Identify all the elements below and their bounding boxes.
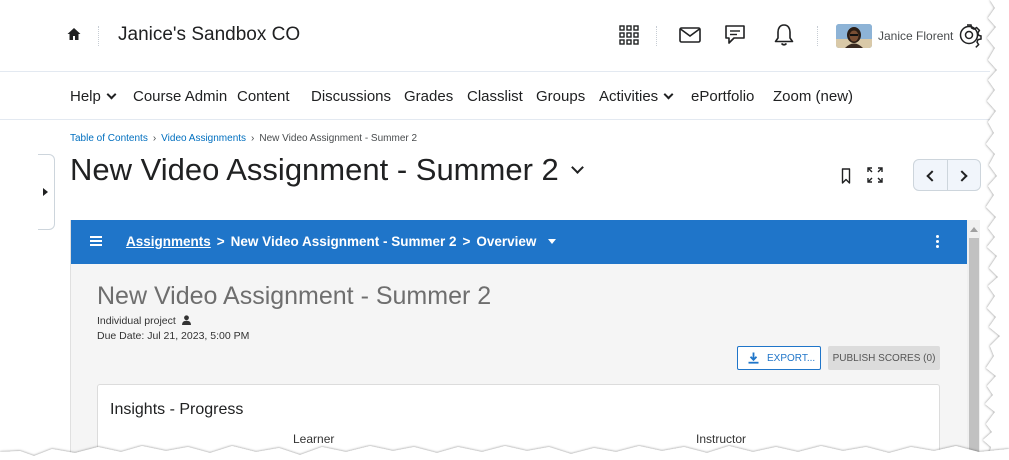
- chevron-down-icon: [663, 89, 674, 100]
- bookmark-icon[interactable]: [841, 168, 851, 184]
- separator: [656, 26, 657, 46]
- download-icon: [748, 352, 759, 364]
- avatar[interactable]: [836, 24, 872, 48]
- bell-icon[interactable]: [771, 22, 797, 48]
- chevron-right-icon: [955, 170, 968, 182]
- learner-column-header: Learner: [293, 432, 335, 446]
- page-title[interactable]: New Video Assignment - Summer 2: [70, 152, 584, 188]
- instructor-column-header: Instructor: [696, 432, 747, 446]
- next-topic-button[interactable]: [946, 160, 981, 190]
- breadcrumb-link-video-assignments[interactable]: Video Assignments: [161, 133, 246, 144]
- breadcrumb-separator-icon: ›: [152, 133, 157, 144]
- insights-title: Insights - Progress: [110, 401, 244, 418]
- breadcrumb-link-toc[interactable]: Table of Contents: [70, 133, 148, 144]
- tool-header-bar: Assignments > New Video Assignment - Summe…: [71, 220, 967, 264]
- previous-topic-button[interactable]: [914, 160, 947, 190]
- assignment-title: New Video Assignment - Summer 2: [97, 282, 492, 310]
- export-button[interactable]: EXPORT...: [737, 346, 821, 370]
- scrollbar[interactable]: [967, 220, 980, 460]
- tool-breadcrumb-page[interactable]: Overview: [476, 234, 536, 249]
- breadcrumb-separator-icon: >: [462, 234, 471, 249]
- nav-item-content[interactable]: Content: [237, 88, 290, 105]
- person-icon: [181, 315, 191, 325]
- org-title[interactable]: Janice's Sandbox CO: [118, 24, 300, 46]
- nav-item-course-admin[interactable]: Course Admin: [133, 88, 227, 105]
- waffle-icon[interactable]: [616, 22, 642, 48]
- user-name[interactable]: Janice Florent: [878, 29, 953, 43]
- breadcrumb: Table of Contents › Video Assignments › New …: [70, 133, 417, 144]
- due-date: Due Date: Jul 21, 2023, 5:00 PM: [97, 330, 250, 342]
- tool-breadcrumb-assignment[interactable]: New Video Assignment - Summer 2: [231, 234, 457, 249]
- publish-scores-button[interactable]: PUBLISH SCORES (0): [828, 346, 940, 370]
- mail-icon[interactable]: [677, 22, 703, 48]
- chevron-left-icon: [926, 170, 938, 182]
- fullscreen-icon[interactable]: [866, 166, 884, 184]
- nav-item-classlist[interactable]: Classlist: [467, 88, 523, 105]
- nav-item-grades[interactable]: Grades: [404, 88, 453, 105]
- embedded-tool-frame: Assignments > New Video Assignment - Summe…: [70, 220, 980, 460]
- breadcrumb-current: New Video Assignment - Summer 2: [259, 133, 418, 144]
- minibar: Janice's Sandbox CO Janice Florent: [0, 0, 990, 72]
- tool-breadcrumb-assignments[interactable]: Assignments: [126, 234, 211, 249]
- nav-item-eportfolio[interactable]: ePortfolio: [691, 88, 754, 105]
- gear-icon[interactable]: [956, 22, 982, 48]
- insights-progress-card: Insights - Progress Learner Instructor: [97, 384, 940, 460]
- nav-item-discussions[interactable]: Discussions: [311, 88, 391, 105]
- nav-item-help[interactable]: Help: [70, 88, 117, 105]
- hamburger-menu-icon[interactable]: [90, 236, 102, 246]
- breadcrumb-separator-icon: ›: [251, 133, 255, 144]
- breadcrumb-separator-icon: >: [216, 234, 225, 249]
- nav-item-groups[interactable]: Groups: [536, 88, 585, 105]
- toc-toggle-tab[interactable]: [38, 154, 55, 230]
- assignment-type: Individual project: [97, 314, 192, 327]
- more-options-icon[interactable]: [936, 235, 940, 249]
- chat-icon[interactable]: [722, 22, 748, 48]
- nav-item-activities[interactable]: Activities: [599, 88, 674, 105]
- tool-breadcrumb: Assignments > New Video Assignment - Summe…: [126, 234, 557, 249]
- navbar: Help Course Admin Content Discussions Gr…: [0, 72, 990, 120]
- caret-down-icon[interactable]: [548, 239, 557, 244]
- nav-item-zoom[interactable]: Zoom (new): [773, 88, 853, 105]
- caret-right-icon: [43, 188, 48, 196]
- export-label: EXPORT...: [767, 352, 816, 364]
- chevron-down-icon: [106, 89, 117, 100]
- scrollbar-thumb[interactable]: [969, 238, 979, 460]
- topic-pager: [913, 159, 981, 191]
- scroll-up-arrow-icon[interactable]: [970, 227, 978, 232]
- separator: [817, 26, 818, 46]
- chevron-down-icon[interactable]: [570, 161, 584, 174]
- separator: [98, 26, 99, 46]
- home-icon[interactable]: [66, 26, 82, 42]
